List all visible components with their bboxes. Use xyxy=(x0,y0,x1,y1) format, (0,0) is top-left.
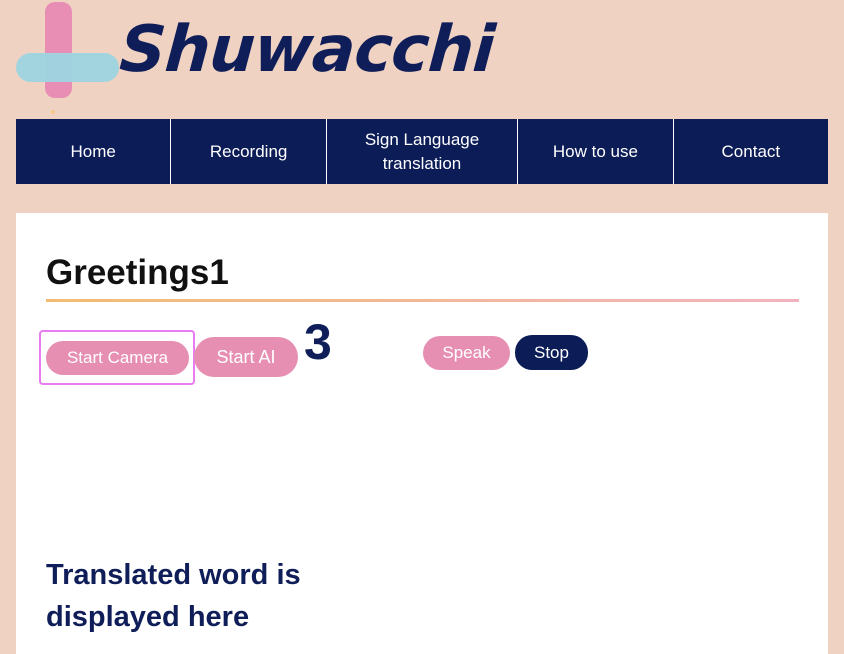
cross-logo-icon xyxy=(0,0,130,116)
start-ai-button[interactable]: Start AI xyxy=(194,337,298,377)
speak-button[interactable]: Speak xyxy=(423,336,510,370)
brand-name: Shuwacchi xyxy=(117,13,497,87)
nav-item-recording[interactable]: Recording xyxy=(171,119,327,184)
main-navigation: Home Recording Sign Language translation… xyxy=(16,119,828,184)
site-logo[interactable]: Shuwacchi xyxy=(0,0,496,116)
nav-item-contact[interactable]: Contact xyxy=(674,119,828,184)
nav-item-sign-language-translation[interactable]: Sign Language translation xyxy=(327,119,519,184)
nav-item-home[interactable]: Home xyxy=(16,119,172,184)
translation-result: Translated word is displayed here xyxy=(46,559,301,633)
countdown-number: 3 xyxy=(304,314,332,370)
page-title: Greetings1 xyxy=(46,253,229,292)
stop-button[interactable]: Stop xyxy=(515,335,588,370)
nav-item-how-to-use[interactable]: How to use xyxy=(518,119,674,184)
main-panel: Greetings1 Start Camera Start AI 3 Speak… xyxy=(16,213,828,654)
start-camera-button[interactable]: Start Camera xyxy=(46,341,189,375)
title-underline xyxy=(46,299,799,302)
